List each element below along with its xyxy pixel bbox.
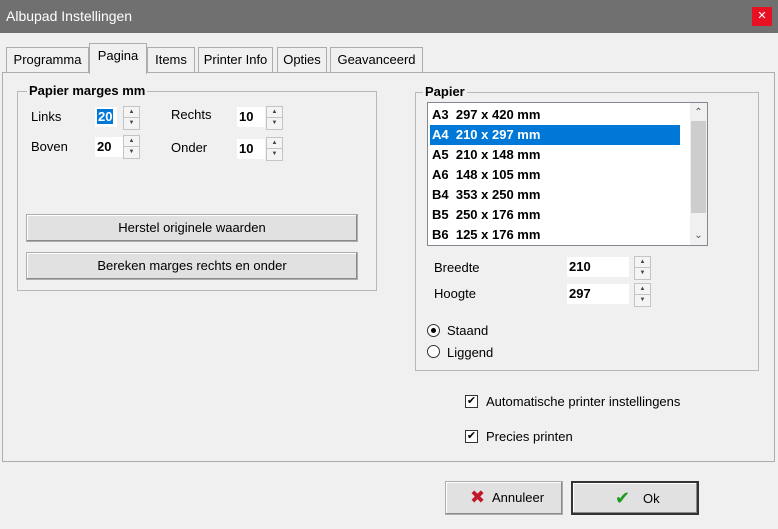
tab-geavanceerd[interactable]: Geavanceerd bbox=[330, 47, 423, 73]
spin-up-icon[interactable]: ▲ bbox=[124, 107, 139, 118]
spin-down-icon[interactable]: ▼ bbox=[124, 118, 139, 129]
portrait-label[interactable]: Staand bbox=[447, 323, 488, 338]
landscape-radio[interactable] bbox=[427, 345, 440, 358]
tab-pagina[interactable]: Pagina bbox=[89, 43, 147, 74]
tab-printer-info[interactable]: Printer Info bbox=[198, 47, 273, 73]
spin-down-icon[interactable]: ▼ bbox=[124, 147, 139, 158]
title-bar: Albupad Instellingen ✕ bbox=[0, 0, 778, 33]
paper-size-list[interactable]: A3 297 x 420 mm A4 210 x 297 mm A5 210 x… bbox=[427, 102, 708, 246]
margins-group-title: Papier marges mm bbox=[27, 83, 148, 98]
tab-panel-pagina: Papier marges mm Links 20 ▲ ▼ Rechts 10 … bbox=[2, 72, 775, 462]
ok-button[interactable]: ✔ Ok bbox=[571, 481, 699, 515]
spin-down-icon[interactable]: ▼ bbox=[635, 268, 650, 279]
spin-up-icon[interactable]: ▲ bbox=[267, 107, 282, 118]
list-item[interactable]: A6 148 x 105 mm bbox=[430, 165, 680, 185]
window-title: Albupad Instellingen bbox=[6, 8, 133, 24]
list-item[interactable]: A4 210 x 297 mm bbox=[430, 125, 680, 145]
spin-up-icon[interactable]: ▲ bbox=[635, 284, 650, 295]
list-item[interactable]: B6 125 x 176 mm bbox=[430, 225, 680, 245]
scroll-down-icon[interactable]: ⌄ bbox=[690, 227, 707, 244]
list-item[interactable]: B5 250 x 176 mm bbox=[430, 205, 680, 225]
paper-width-label: Breedte bbox=[434, 260, 480, 275]
bottom-margin-spinner[interactable]: ▲ ▼ bbox=[266, 137, 283, 161]
tab-programma[interactable]: Programma bbox=[6, 47, 89, 73]
auto-printer-label[interactable]: Automatische printer instellingens bbox=[486, 394, 680, 409]
bottom-margin-input[interactable]: 10 bbox=[237, 139, 265, 159]
spin-down-icon[interactable]: ▼ bbox=[635, 295, 650, 306]
top-margin-label: Boven bbox=[31, 139, 68, 154]
portrait-radio[interactable] bbox=[427, 324, 440, 337]
precise-print-checkbox[interactable]: ✔ bbox=[465, 430, 478, 443]
left-margin-input[interactable]: 20 bbox=[95, 107, 117, 127]
right-margin-input[interactable]: 10 bbox=[237, 107, 265, 127]
left-margin-spinner[interactable]: ▲ ▼ bbox=[123, 106, 140, 130]
ok-label: Ok bbox=[643, 491, 660, 506]
paper-height-label: Hoogte bbox=[434, 286, 476, 301]
auto-printer-checkbox[interactable]: ✔ bbox=[465, 395, 478, 408]
left-margin-label: Links bbox=[31, 109, 62, 124]
list-item[interactable]: B4 353 x 250 mm bbox=[430, 185, 680, 205]
paper-list-scrollbar[interactable]: ⌃ ⌄ bbox=[690, 103, 707, 245]
paper-width-spinner[interactable]: ▲ ▼ bbox=[634, 256, 651, 280]
spin-up-icon[interactable]: ▲ bbox=[124, 136, 139, 147]
restore-defaults-button[interactable]: Herstel originele waarden bbox=[26, 214, 358, 242]
x-icon: ✖ bbox=[470, 487, 486, 507]
paper-width-input[interactable]: 210 bbox=[567, 257, 629, 277]
radio-selected-dot bbox=[431, 328, 436, 333]
checkmark-icon: ✔ bbox=[615, 488, 631, 508]
calculate-margins-button[interactable]: Bereken marges rechts en onder bbox=[26, 252, 358, 280]
cancel-button[interactable]: ✖ Annuleer bbox=[445, 481, 563, 515]
spin-down-icon[interactable]: ▼ bbox=[267, 149, 282, 160]
right-margin-spinner[interactable]: ▲ ▼ bbox=[266, 106, 283, 130]
landscape-label[interactable]: Liggend bbox=[447, 345, 493, 360]
tab-opties[interactable]: Opties bbox=[277, 47, 327, 73]
spin-up-icon[interactable]: ▲ bbox=[635, 257, 650, 268]
top-margin-input[interactable]: 20 bbox=[95, 137, 123, 157]
top-margin-spinner[interactable]: ▲ ▼ bbox=[123, 135, 140, 159]
paper-height-spinner[interactable]: ▲ ▼ bbox=[634, 283, 651, 307]
list-item[interactable]: A3 297 x 420 mm bbox=[430, 105, 680, 125]
tab-strip: Programma Pagina Items Printer Info Opti… bbox=[0, 40, 778, 74]
scroll-thumb[interactable] bbox=[691, 121, 706, 213]
bottom-margin-label: Onder bbox=[171, 140, 208, 155]
paper-height-input[interactable]: 297 bbox=[567, 284, 629, 304]
close-button[interactable]: ✕ bbox=[752, 7, 772, 26]
paper-group-title: Papier bbox=[423, 84, 467, 99]
right-margin-label: Rechts bbox=[171, 107, 212, 122]
scroll-up-icon[interactable]: ⌃ bbox=[690, 104, 707, 121]
tab-items[interactable]: Items bbox=[147, 47, 195, 73]
list-item[interactable]: A5 210 x 148 mm bbox=[430, 145, 680, 165]
cancel-label: Annuleer bbox=[492, 490, 545, 505]
close-icon: ✕ bbox=[757, 10, 767, 22]
precise-print-label[interactable]: Precies printen bbox=[486, 429, 573, 444]
left-margin-value: 20 bbox=[97, 109, 114, 124]
spin-down-icon[interactable]: ▼ bbox=[267, 118, 282, 129]
spin-up-icon[interactable]: ▲ bbox=[267, 138, 282, 149]
